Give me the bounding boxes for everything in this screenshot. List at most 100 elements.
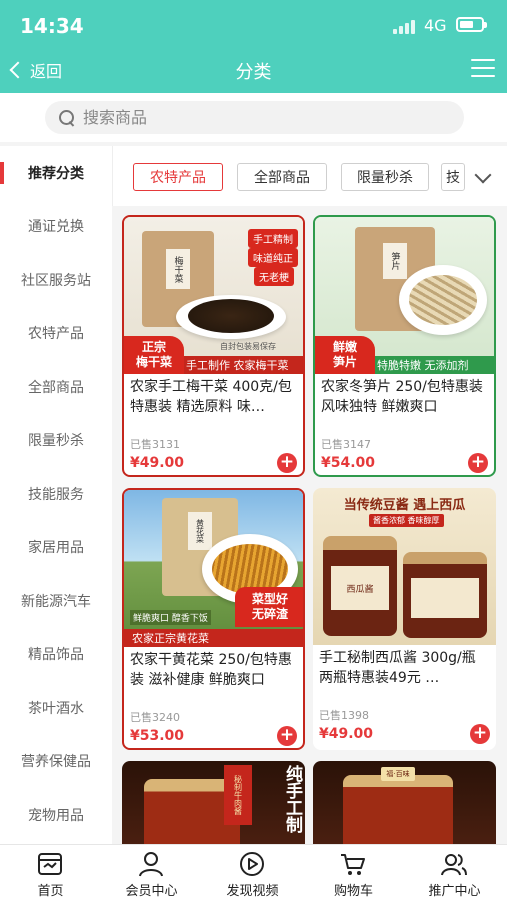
badge-line: 菜型好 (251, 592, 288, 606)
sidebar-item-community-station[interactable]: 社区服务站 (0, 253, 112, 307)
image-banner: 农家正宗黄花菜 (124, 629, 303, 647)
sidebar-item-home-goods[interactable]: 家居用品 (0, 521, 112, 575)
cart-icon (341, 854, 365, 875)
sold-count: 已售3147 (321, 438, 371, 451)
product-card[interactable]: 笋片 特脆特嫩 无添加剂 鲜嫩 笋片 农家冬笋片 250/包特惠装 风味独特 鲜… (313, 215, 496, 477)
feature-tag: 手工精制 (248, 229, 298, 248)
tab-label: 发现视频 (226, 884, 279, 899)
add-to-cart-icon[interactable]: + (470, 724, 490, 744)
image-subline: 酱香浓郁 香味醇厚 (369, 514, 444, 527)
status-bar: 14:34 4G (0, 0, 507, 50)
top-header: 14:34 4G 返回 分类 (0, 0, 507, 93)
tab-discover-video[interactable]: 发现视频 (202, 845, 303, 900)
bag-label: 梅干菜 (166, 249, 190, 289)
sold-count: 已售3240 (130, 711, 180, 724)
chip-skill-services[interactable]: 技 (441, 163, 465, 191)
sauce-jar (403, 552, 487, 638)
sold-count: 已售1398 (319, 709, 369, 722)
product-name: 手工秘制西瓜酱 300g/瓶 两瓶特惠装49元 … (319, 650, 476, 686)
image-badge: 正宗 梅干菜 (124, 336, 184, 374)
product-image: 黄花菜 鲜脆爽口 醇香下饭 农家正宗黄花菜 菜型好 无碎渣 (124, 490, 303, 647)
tab-label: 首页 (37, 884, 64, 899)
tab-label: 推广中心 (428, 884, 481, 899)
sauce-jar: 福·百味 (343, 767, 453, 844)
product-card[interactable]: 秘制牛肉酱 纯手工制 (122, 761, 305, 844)
page-title: 分类 (235, 62, 272, 83)
sidebar-item-recommended[interactable]: 推荐分类 (0, 146, 112, 200)
search-icon (59, 109, 75, 126)
chip-all-products[interactable]: 全部商品 (237, 163, 327, 191)
tab-home[interactable]: 首页 (0, 845, 101, 900)
sidebar-item-skill-services[interactable]: 技能服务 (0, 467, 112, 521)
feature-tag: 无老梗 (254, 267, 294, 286)
badge-line: 梅干菜 (135, 355, 172, 369)
product-image: 秘制牛肉酱 纯手工制 (122, 761, 305, 844)
chip-flash-sale[interactable]: 限量秒杀 (341, 163, 429, 191)
tab-member-center[interactable]: 会员中心 (101, 845, 202, 900)
user-icon (139, 852, 163, 877)
product-image: 笋片 特脆特嫩 无添加剂 鲜嫩 笋片 (315, 217, 494, 374)
badge-line: 无碎渣 (251, 607, 288, 621)
battery-icon (456, 17, 487, 32)
product-price: ¥49.00 (130, 455, 185, 471)
sidebar-item-health-supplements[interactable]: 营养保健品 (0, 735, 112, 789)
sidebar-item-pet-supplies[interactable]: 宠物用品 (0, 788, 112, 842)
bottom-tab-bar: 首页 会员中心 发现视频 购物车 推广中心 (0, 844, 507, 900)
chevron-down-icon[interactable] (469, 166, 497, 190)
sidebar-item-all-products[interactable]: 全部商品 (0, 360, 112, 414)
tab-label: 购物车 (333, 884, 373, 899)
product-card[interactable]: 黄花菜 鲜脆爽口 醇香下饭 农家正宗黄花菜 菜型好 无碎渣 农家干黄花菜 250… (122, 488, 305, 750)
product-image: 梅干菜 手工精制 味道纯正 无老梗 自封包装易保存 手工制作 农家梅干菜 正宗 … (124, 217, 303, 374)
status-time: 14:34 (20, 14, 84, 38)
image-caption: 自封包装易保存 (220, 342, 276, 351)
sidebar-item-token-exchange[interactable]: 通证兑换 (0, 200, 112, 254)
feature-tag: 味道纯正 (248, 248, 298, 267)
badge-line: 鲜嫩 (332, 340, 357, 354)
add-to-cart-icon[interactable]: + (277, 453, 297, 473)
product-price: ¥49.00 (319, 726, 374, 742)
product-name: 农家冬笋片 250/包特惠装 风味独特 鲜嫩爽口 (321, 379, 483, 415)
tab-promotion-center[interactable]: 推广中心 (404, 845, 505, 900)
badge-line: 笋片 (332, 355, 357, 369)
product-card[interactable]: 福·百味 (313, 761, 496, 844)
jar-label: 秘制牛肉酱 (224, 765, 252, 825)
sidebar-item-tea-wine[interactable]: 茶叶酒水 (0, 681, 112, 735)
tab-cart[interactable]: 购物车 (303, 845, 404, 900)
image-headline: 纯手工制 (282, 765, 302, 833)
promote-users-icon (441, 854, 467, 876)
sidebar-item-new-energy-cars[interactable]: 新能源汽车 (0, 574, 112, 628)
add-to-cart-icon[interactable]: + (277, 726, 297, 746)
home-icon (38, 853, 62, 875)
video-play-icon (240, 852, 264, 876)
image-headline: 当传统豆酱 遇上西瓜 (343, 498, 466, 513)
search-input[interactable] (83, 108, 443, 127)
bamboo-shoots (409, 275, 477, 325)
network-type: 4G (424, 16, 447, 35)
product-image: 当传统豆酱 遇上西瓜 酱香浓郁 香味醇厚 西瓜酱 (313, 488, 496, 645)
product-price: ¥53.00 (130, 728, 185, 744)
bag-label: 笋片 (383, 243, 407, 279)
badge-line: 正宗 (141, 340, 166, 354)
add-to-cart-icon[interactable]: + (468, 453, 488, 473)
nav-bar: 返回 分类 (0, 50, 507, 93)
menu-icon[interactable] (471, 58, 495, 78)
sauce-jar: 西瓜酱 (323, 536, 397, 636)
search-box[interactable] (45, 101, 464, 134)
image-badge: 鲜嫩 笋片 (315, 336, 375, 374)
product-name: 农家干黄花菜 250/包特惠装 滋补健康 鲜脆爽口 (130, 652, 292, 688)
sold-count: 已售3131 (130, 438, 180, 451)
product-card[interactable]: 当传统豆酱 遇上西瓜 酱香浓郁 香味醇厚 西瓜酱 手工秘制西瓜酱 300g/瓶 … (313, 488, 496, 750)
search-bar (0, 93, 507, 142)
product-image: 福·百味 (313, 761, 496, 844)
jar-label: 西瓜酱 (331, 566, 389, 610)
sidebar-item-flash-sale[interactable]: 限量秒杀 (0, 414, 112, 468)
sidebar-item-accessories[interactable]: 精品饰品 (0, 628, 112, 682)
jar-label-blank (411, 578, 479, 618)
sidebar-item-specialty-products[interactable]: 农特产品 (0, 307, 112, 361)
product-card[interactable]: 梅干菜 手工精制 味道纯正 无老梗 自封包装易保存 手工制作 农家梅干菜 正宗 … (122, 215, 305, 477)
tab-label: 会员中心 (125, 884, 178, 899)
product-name: 农家手工梅干菜 400克/包特惠装 精选原料 味… (130, 379, 292, 415)
chip-specialty-products[interactable]: 农特产品 (133, 163, 223, 191)
dried-vegetables (188, 299, 274, 333)
product-price: ¥54.00 (321, 455, 376, 471)
